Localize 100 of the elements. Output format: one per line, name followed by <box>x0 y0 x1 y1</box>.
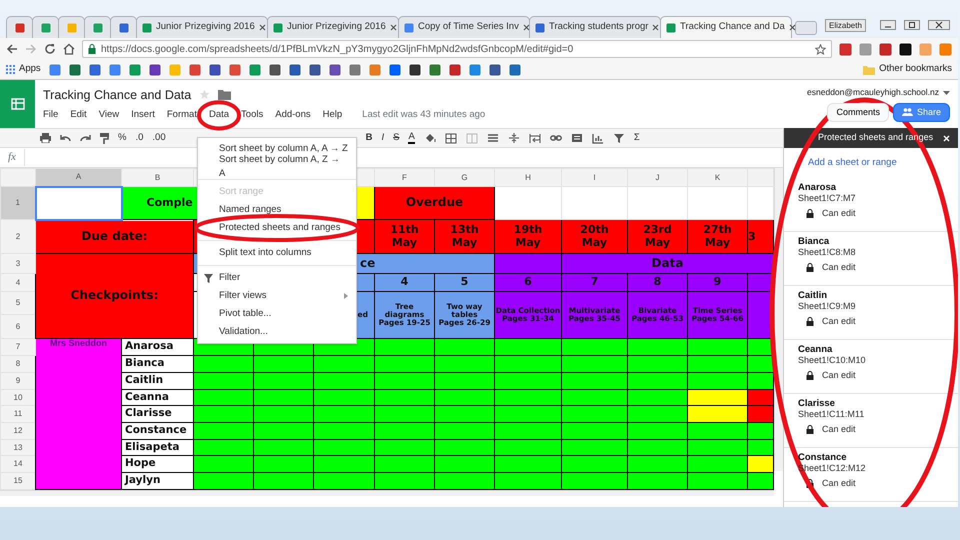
browser-tab[interactable]: Junior Prizegiving 2016 <box>136 16 268 38</box>
corner-cell[interactable] <box>0 168 36 186</box>
bookmark-icon[interactable] <box>68 64 81 76</box>
column-header[interactable]: F <box>374 168 434 186</box>
home-icon[interactable] <box>63 43 75 55</box>
browser-tab[interactable]: Copy of Time Series Inv <box>398 16 530 38</box>
share-button[interactable]: Share <box>892 102 950 122</box>
undo-icon[interactable] <box>60 134 71 142</box>
close-icon[interactable] <box>390 24 397 31</box>
column-header[interactable]: J <box>628 168 688 186</box>
folder-icon[interactable] <box>218 89 232 100</box>
link-icon[interactable] <box>550 132 562 144</box>
row-header[interactable]: 4 <box>0 274 36 292</box>
print-icon[interactable] <box>40 133 51 143</box>
browser-tab[interactable]: Tracking Chance and Da <box>660 16 792 38</box>
vertical-align-icon[interactable] <box>508 132 520 144</box>
bookmark-icon[interactable] <box>408 64 421 76</box>
maximize-icon[interactable] <box>904 20 920 30</box>
range-name[interactable]: Caitlin <box>798 290 944 302</box>
row-header[interactable]: 15 <box>0 472 36 490</box>
menu-item[interactable]: Edit <box>70 108 87 122</box>
star-icon[interactable] <box>199 89 210 100</box>
row-header[interactable]: 14 <box>0 456 36 472</box>
browser-tab[interactable] <box>32 16 59 38</box>
column-header[interactable]: K <box>688 168 748 186</box>
row-header[interactable]: 12 <box>0 422 36 440</box>
menu-item[interactable]: Data <box>208 108 230 122</box>
menu-item[interactable]: File <box>43 108 58 122</box>
comments-button[interactable]: Comments <box>827 102 889 122</box>
range-name[interactable]: Bianca <box>798 236 944 248</box>
close-icon[interactable] <box>788 24 796 31</box>
browser-tab[interactable] <box>6 16 33 38</box>
row-header[interactable]: 8 <box>0 356 36 372</box>
format-button[interactable]: .00 <box>152 130 166 146</box>
strikethrough-button[interactable]: S <box>393 130 400 146</box>
menu-item[interactable]: Protected sheets and ranges <box>198 219 356 237</box>
menu-item[interactable]: Insert <box>131 108 155 122</box>
italic-button[interactable]: I <box>381 130 384 146</box>
column-header[interactable]: A <box>36 168 122 186</box>
bookmark-icon[interactable] <box>208 64 221 76</box>
comment-icon[interactable] <box>570 132 583 144</box>
add-range-link[interactable]: Add a sheet or range <box>808 157 897 168</box>
menu-item[interactable]: Format <box>166 108 197 122</box>
close-icon[interactable] <box>928 20 950 30</box>
column-header[interactable]: H <box>494 168 562 186</box>
bookmark-icon[interactable] <box>508 64 521 76</box>
close-icon[interactable] <box>522 24 530 31</box>
filter-icon[interactable] <box>612 132 625 144</box>
close-icon[interactable] <box>258 24 266 31</box>
scrollbar[interactable] <box>0 490 774 496</box>
text-color-button[interactable]: A <box>408 132 415 144</box>
selected-cell[interactable] <box>36 186 122 220</box>
merge-cells-icon[interactable] <box>466 132 478 144</box>
account-email[interactable]: esneddon@mcauleyhigh.school.nz <box>807 86 939 99</box>
range-name[interactable]: Anarosa <box>798 182 944 194</box>
chart-icon[interactable] <box>592 132 604 144</box>
borders-icon[interactable] <box>444 132 457 144</box>
format-button[interactable]: .0 <box>135 130 144 146</box>
align-icon[interactable] <box>486 132 499 144</box>
bookmark-icon[interactable] <box>308 64 321 76</box>
bold-button[interactable]: B <box>366 130 372 146</box>
menu-item[interactable]: Help <box>322 108 342 122</box>
paint-format-icon[interactable] <box>100 132 109 144</box>
row-header[interactable]: 7 <box>0 338 36 356</box>
document-title[interactable]: Tracking Chance and Data <box>43 86 192 104</box>
column-header[interactable]: I <box>562 168 628 186</box>
close-icon[interactable] <box>652 24 660 31</box>
reload-icon[interactable] <box>44 43 56 55</box>
column-header[interactable]: B <box>122 168 194 186</box>
back-icon[interactable] <box>6 43 18 55</box>
bookmark-icon[interactable] <box>148 64 161 76</box>
row-header[interactable]: 3 <box>0 254 36 274</box>
star-icon[interactable] <box>815 44 826 54</box>
browser-tab[interactable]: Tracking students progr <box>529 16 661 38</box>
apps-link[interactable]: Apps <box>6 62 41 77</box>
address-field[interactable]: https://docs.google.com/spreadsheets/d/1PfBLmVkzN_pY3mygyo2GljnFhMpNd2wdsfGnbcopM/edit#gid=0 <box>82 40 832 58</box>
browser-tab[interactable] <box>84 16 111 38</box>
row-header[interactable]: 6 <box>0 314 36 338</box>
sheets-logo[interactable] <box>0 80 35 128</box>
minimize-icon[interactable] <box>880 20 896 30</box>
caret-icon[interactable] <box>943 90 950 94</box>
browser-tab[interactable] <box>110 16 137 38</box>
browser-tab[interactable]: Junior Prizegiving 2016 <box>267 16 399 38</box>
extension-icon[interactable] <box>899 42 912 56</box>
row-header[interactable]: 13 <box>0 440 36 456</box>
menu-item[interactable]: View <box>98 108 120 122</box>
row-header[interactable]: 9 <box>0 372 36 390</box>
bookmark-icon[interactable] <box>488 64 501 76</box>
fill-color-icon[interactable] <box>424 132 436 144</box>
format-button[interactable]: % <box>118 130 126 146</box>
redo-icon[interactable] <box>80 134 91 142</box>
bookmark-icon[interactable] <box>448 64 461 76</box>
row-header[interactable]: 1 <box>0 186 36 220</box>
menu-item[interactable]: Add-ons <box>275 108 311 122</box>
row-header[interactable]: 5 <box>0 292 36 314</box>
row-header[interactable]: 2 <box>0 220 36 254</box>
function-button[interactable]: Σ <box>634 130 640 146</box>
text-wrap-icon[interactable] <box>528 132 541 144</box>
range-name[interactable]: Ceanna <box>798 344 944 356</box>
menu-item[interactable]: Tools <box>241 108 264 122</box>
